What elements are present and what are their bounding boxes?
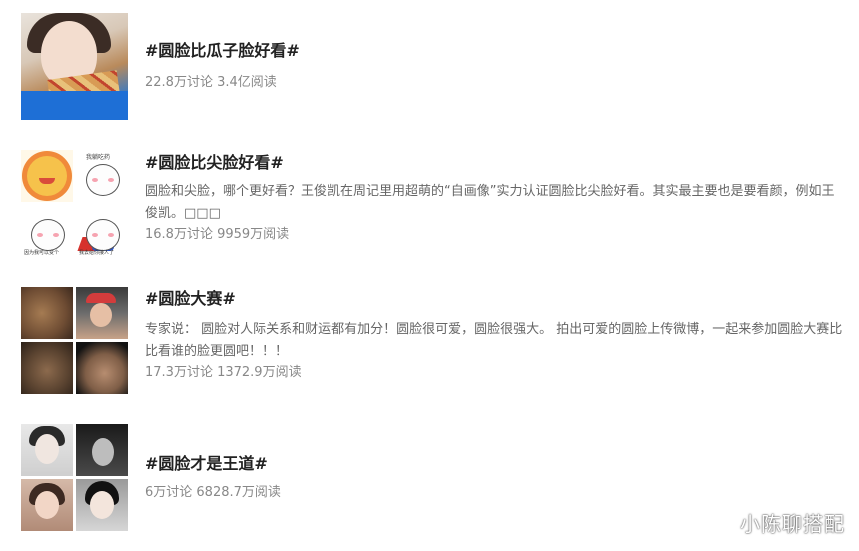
thumbnail-cell — [21, 150, 73, 202]
topic-info: #圆脸比瓜子脸好看# 22.8万讨论 3.4亿阅读 — [145, 40, 845, 93]
topic-title[interactable]: #圆脸大赛# — [145, 288, 845, 310]
cartoon-blob-face — [86, 164, 120, 196]
topic-info: #圆脸才是王道# 6万讨论 6828.7万阅读 — [145, 453, 845, 503]
thumbnail-cell — [21, 342, 73, 394]
topic-thumbnail-grid[interactable] — [21, 287, 128, 394]
thumbnail-caption: 我躺吃药 — [86, 154, 111, 161]
thumbnail-cell — [76, 424, 128, 476]
thumbnail-caption: 因为我可以变个 — [24, 250, 60, 256]
thumbnail-face — [35, 434, 59, 464]
thumbnail-cell — [21, 479, 73, 531]
topic-stats: 22.8万讨论 3.4亿阅读 — [145, 75, 277, 90]
cartoon-sun-face — [27, 156, 67, 196]
topic-description: 专家说： 圆脸对人际关系和财运都有加分！圆脸很可爱，圆脸很强大。 拍出可爱的圆脸… — [145, 322, 843, 359]
topic-info: #圆脸大赛# 专家说： 圆脸对人际关系和财运都有加分！圆脸很可爱，圆脸很强大。 … — [145, 288, 845, 383]
thumbnail-cell: 我躺吃药 — [76, 150, 128, 202]
topic-thumbnail-grid[interactable] — [21, 424, 128, 531]
thumbnail-cell: 因为我可以变个 — [21, 205, 73, 257]
topic-thumbnail[interactable] — [21, 13, 128, 120]
cartoon-blob-face — [31, 219, 65, 251]
thumbnail-face — [90, 491, 114, 519]
thumbnail-caption: 我去给你接人了 — [79, 250, 115, 256]
thumbnail-cell: 我去给你接人了 — [76, 205, 128, 257]
thumbnail-cell — [21, 424, 73, 476]
thumbnail-cell — [76, 287, 128, 339]
topic-description: 圆脸和尖脸，哪个更好看？王俊凯在周记里用超萌的“自画像”实力认证圆脸比尖脸好看。… — [145, 184, 835, 221]
topic-thumbnail-grid[interactable]: 我躺吃药 因为我可以变个 我去给你接人了 — [21, 150, 128, 257]
topic-info: #圆脸比尖脸好看# 圆脸和尖脸，哪个更好看？王俊凯在周记里用超萌的“自画像”实力… — [145, 152, 845, 245]
topic-title[interactable]: #圆脸比瓜子脸好看# — [145, 40, 845, 62]
thumbnail-cell — [21, 287, 73, 339]
thumbnail-cell — [76, 342, 128, 394]
topic-title[interactable]: #圆脸比尖脸好看# — [145, 152, 845, 174]
thumbnail-cell — [76, 479, 128, 531]
cartoon-blob-face — [86, 219, 120, 251]
thumbnail-face — [92, 438, 114, 466]
topic-title[interactable]: #圆脸才是王道# — [145, 453, 845, 475]
topic-stats: 17.3万讨论 1372.9万阅读 — [145, 365, 302, 380]
thumbnail-coat — [21, 91, 128, 120]
watermark: 小陈聊搭配 — [740, 512, 845, 536]
topic-stats: 16.8万讨论 9959万阅读 — [145, 227, 290, 242]
topic-stats: 6万讨论 6828.7万阅读 — [145, 485, 281, 500]
thumbnail-face — [35, 491, 59, 519]
